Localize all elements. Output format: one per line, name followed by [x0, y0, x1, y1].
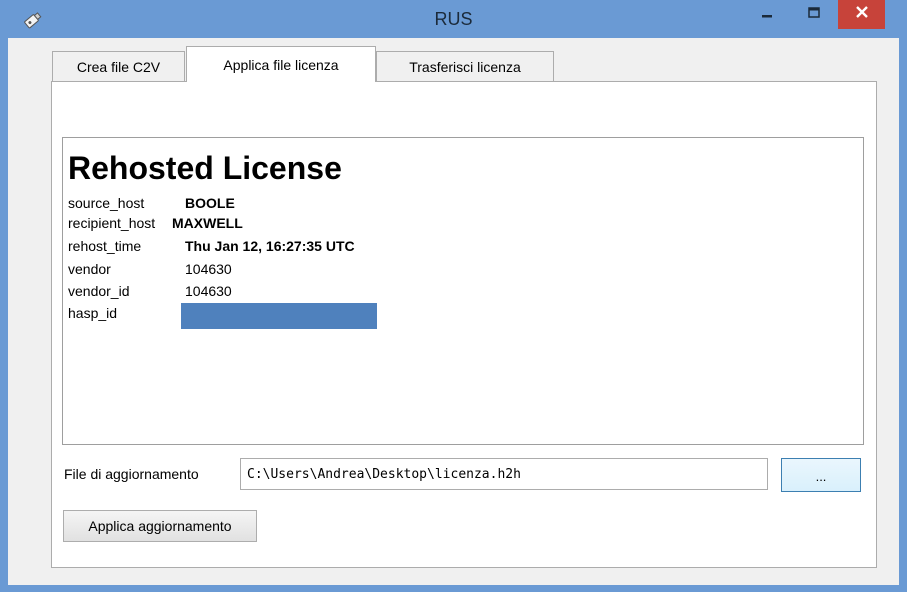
row-key: vendor [68, 261, 111, 277]
minimize-button[interactable] [744, 0, 790, 30]
apply-update-button[interactable]: Applica aggiornamento [63, 510, 257, 542]
row-value: Thu Jan 12, 16:27:35 UTC [185, 238, 355, 254]
maximize-icon [808, 6, 820, 24]
license-heading: Rehosted License [68, 150, 342, 186]
row-key: recipient_host [68, 215, 156, 231]
update-file-label: File di aggiornamento [64, 466, 199, 482]
update-file-path-input[interactable] [240, 458, 768, 490]
row-value: MAXWELL [172, 215, 243, 231]
row-key: source_host [68, 195, 145, 211]
browse-button[interactable]: ... [781, 458, 861, 492]
rus-window: RUS Crea file C2V Applica file licenza T… [0, 0, 907, 592]
close-icon [855, 5, 869, 24]
row-key: vendor_id [68, 283, 130, 299]
row-key: hasp_id [68, 305, 118, 321]
tab-applica-file-licenza[interactable]: Applica file licenza [186, 46, 376, 82]
tab-crea-file-c2v[interactable]: Crea file C2V [52, 51, 185, 81]
row-value: 104630 [185, 261, 232, 277]
title-bar[interactable]: RUS [0, 0, 907, 38]
maximize-button[interactable] [792, 0, 836, 30]
hasp-id-redaction [181, 303, 377, 329]
row-key: rehost_time [68, 238, 142, 254]
row-value: BOOLE [185, 195, 235, 211]
minimize-icon [761, 6, 773, 24]
close-button[interactable] [838, 0, 885, 29]
tab-trasferisci-licenza[interactable]: Trasferisci licenza [376, 51, 554, 81]
row-value: 104630 [185, 283, 232, 299]
